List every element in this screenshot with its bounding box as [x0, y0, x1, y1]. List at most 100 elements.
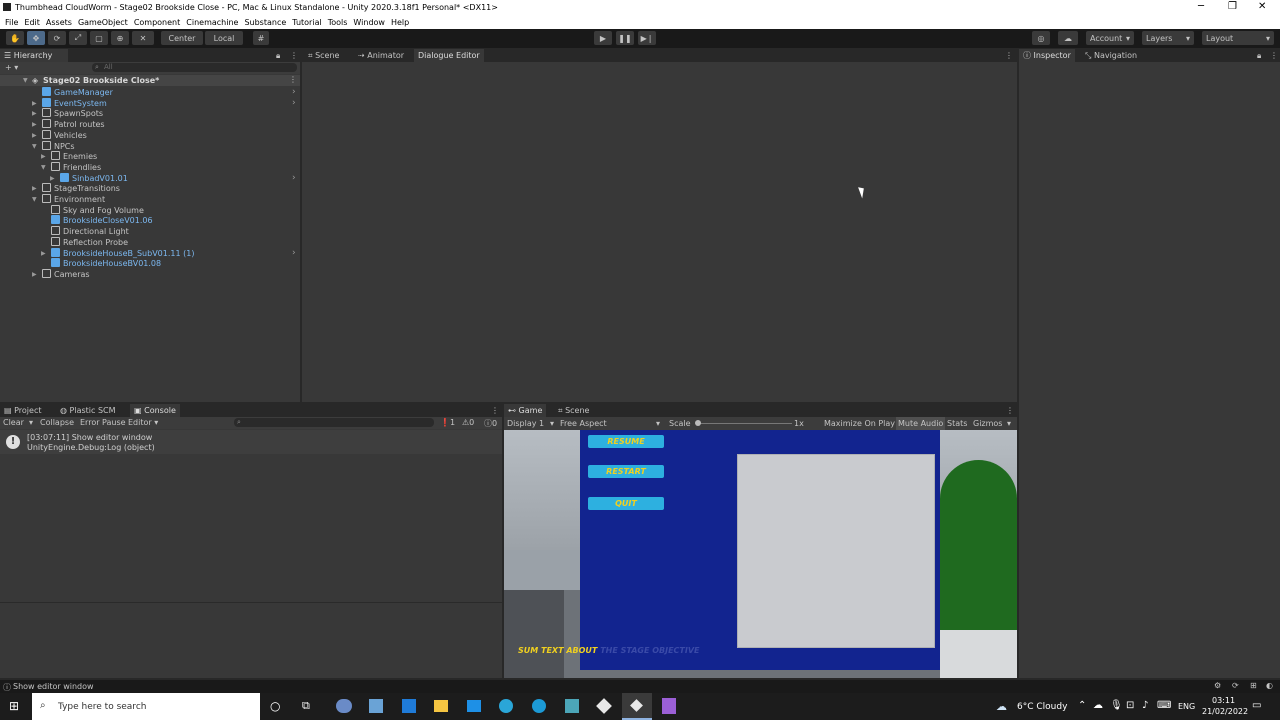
rect-tool-icon[interactable]: ▢: [90, 31, 108, 45]
kebab-menu-icon[interactable]: ⋮: [491, 406, 499, 415]
expand-arrow-icon[interactable]: ▶: [41, 250, 46, 257]
expand-arrow-icon[interactable]: ▼: [32, 196, 37, 203]
add-object-button[interactable]: + ▾: [5, 63, 18, 72]
move-tool-icon[interactable]: ✥: [27, 31, 45, 45]
expand-arrow-icon[interactable]: ▶: [32, 132, 37, 139]
menu-cinemachine[interactable]: Cinemachine: [186, 18, 238, 27]
kebab-menu-icon[interactable]: ⋮: [1005, 51, 1013, 60]
account-dropdown[interactable]: Account ▾: [1086, 31, 1134, 45]
clock-date[interactable]: 21/02/2022: [1202, 707, 1248, 716]
kebab-menu-icon[interactable]: ⋮: [1006, 406, 1014, 415]
menu-gameobject[interactable]: GameObject: [78, 18, 128, 27]
hierarchy-item[interactable]: StageTransitions: [42, 183, 120, 193]
menu-edit[interactable]: Edit: [24, 18, 40, 27]
maximize-button[interactable]: ❐: [1228, 1, 1237, 12]
edge-icon[interactable]: [499, 699, 513, 713]
console-divider[interactable]: [0, 602, 502, 603]
console-search-input[interactable]: ⌕: [234, 418, 434, 427]
quit-button[interactable]: QUIT: [588, 497, 664, 510]
custom-tool-icon[interactable]: ✕: [132, 31, 154, 45]
warning-count-toggle[interactable]: ⚠0: [462, 418, 474, 427]
keyboard-icon[interactable]: ⌨: [1157, 700, 1171, 711]
unity-editor-taskbar-button[interactable]: [622, 693, 652, 720]
lock-icon[interactable]: 🔒︎: [1257, 51, 1261, 61]
hierarchy-item[interactable]: GameManager: [42, 87, 113, 97]
chevron-down-icon[interactable]: ▾: [1007, 419, 1011, 428]
aspect-dropdown[interactable]: Free Aspect: [560, 419, 607, 428]
layers-dropdown[interactable]: Layers ▾: [1142, 31, 1194, 45]
hand-tool-icon[interactable]: ✋: [6, 31, 24, 45]
play-button[interactable]: ▶: [594, 31, 612, 45]
step-button[interactable]: ▶❘: [638, 31, 656, 45]
expand-arrow-icon[interactable]: ▼: [41, 164, 46, 171]
hierarchy-search-input[interactable]: ⌕ All: [92, 63, 297, 72]
hierarchy-item[interactable]: Friendlies: [51, 161, 101, 172]
kebab-menu-icon[interactable]: ⋮: [290, 51, 298, 60]
menu-window[interactable]: Window: [353, 18, 385, 27]
layout-dropdown[interactable]: Layout ▾: [1202, 31, 1274, 45]
editor-dropdown[interactable]: Editor ▾: [128, 418, 158, 427]
hierarchy-item[interactable]: Enemies: [51, 151, 97, 161]
expand-arrow-icon[interactable]: ▶: [50, 175, 55, 182]
network-icon[interactable]: ⊞: [1250, 681, 1257, 690]
network-icon[interactable]: ⊡: [1126, 700, 1134, 711]
pivot-center-button[interactable]: Center: [161, 31, 203, 45]
language-indicator[interactable]: ENG: [1178, 702, 1195, 711]
menu-component[interactable]: Component: [134, 18, 180, 27]
hierarchy-item[interactable]: SpawnSpots: [42, 108, 103, 118]
console-entry[interactable]: ! [03:07:11] Show editor window UnityEng…: [0, 430, 502, 454]
tab-navigation[interactable]: ⤡ Navigation: [1081, 49, 1141, 62]
hierarchy-item[interactable]: BrooksideHouseB_SubV01.11 (1): [51, 247, 194, 258]
open-prefab-icon[interactable]: ›: [292, 98, 296, 108]
tab-scene[interactable]: ⌗ Scene: [304, 49, 343, 62]
scene-header-row[interactable]: ▼ ◈ Stage02 Brookside Close* ⋮: [0, 75, 300, 86]
tab-animator[interactable]: ⇢ Animator: [354, 49, 408, 62]
menu-tutorial[interactable]: Tutorial: [292, 18, 321, 27]
pause-button[interactable]: ❚❚: [616, 31, 634, 45]
cloud-icon[interactable]: ☁: [1058, 31, 1078, 45]
kebab-menu-icon[interactable]: ⋮: [1270, 51, 1278, 60]
collapse-arrow-icon[interactable]: ▼: [23, 77, 28, 84]
tab-scene-secondary[interactable]: ⌗ Scene: [554, 404, 593, 417]
scale-tool-icon[interactable]: ⤢: [69, 31, 87, 45]
hierarchy-item[interactable]: Cameras: [42, 268, 90, 279]
task-view-icon[interactable]: ⧉: [302, 699, 310, 713]
chevron-down-icon[interactable]: ▾: [29, 418, 33, 427]
hierarchy-item[interactable]: NPCs: [42, 140, 75, 151]
expand-arrow-icon[interactable]: ▶: [32, 100, 37, 107]
notifications-icon[interactable]: ▭: [1252, 700, 1261, 711]
hierarchy-item[interactable]: Vehicles: [42, 129, 87, 140]
onedrive-icon[interactable]: ☁: [1093, 700, 1103, 711]
open-prefab-icon[interactable]: ›: [292, 87, 296, 97]
transform-tool-icon[interactable]: ⊕: [111, 31, 129, 45]
minimize-button[interactable]: ─: [1198, 1, 1204, 12]
visual-studio-icon[interactable]: [662, 698, 676, 714]
chevron-down-icon[interactable]: ▾: [656, 419, 660, 428]
error-pause-button[interactable]: Error Pause: [80, 418, 126, 427]
expand-arrow-icon[interactable]: ▶: [32, 271, 37, 278]
stats-toggle[interactable]: Stats: [947, 419, 967, 428]
tab-plastic-scm[interactable]: ◍ Plastic SCM: [56, 404, 120, 417]
clear-button[interactable]: Clear: [3, 418, 24, 427]
windows-start-icon[interactable]: ⊞: [9, 700, 22, 713]
kebab-menu-icon[interactable]: ⋮: [289, 75, 297, 84]
open-prefab-icon[interactable]: ›: [292, 248, 296, 258]
gizmos-toggle[interactable]: Gizmos: [973, 419, 1002, 428]
file-explorer-icon[interactable]: [434, 700, 448, 712]
menu-substance[interactable]: Substance: [244, 18, 286, 27]
expand-arrow-icon[interactable]: ▶: [41, 153, 46, 160]
tab-dialogue-editor[interactable]: Dialogue Editor: [414, 49, 484, 62]
app-icon-3[interactable]: [565, 699, 579, 713]
tab-project[interactable]: ▤ Project: [0, 404, 45, 417]
lighting-icon[interactable]: ◐: [1266, 681, 1273, 690]
mute-audio-toggle[interactable]: Mute Audio: [896, 417, 946, 430]
edge-dev-icon[interactable]: [532, 699, 546, 713]
scale-slider[interactable]: [696, 423, 792, 424]
taskbar-search-box[interactable]: ⌕ Type here to search: [32, 693, 260, 720]
tab-hierarchy[interactable]: ☰ Hierarchy: [0, 49, 68, 62]
hierarchy-item[interactable]: SinbadV01.01: [60, 172, 128, 183]
maximize-on-play-toggle[interactable]: Maximize On Play: [824, 419, 895, 428]
hierarchy-item[interactable]: EventSystem: [42, 97, 107, 108]
clock-time[interactable]: 03:11: [1212, 696, 1235, 705]
restart-button[interactable]: RESTART: [588, 465, 664, 478]
